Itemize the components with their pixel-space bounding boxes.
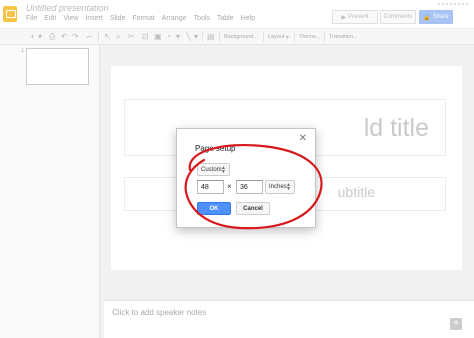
chevron-down-icon[interactable]: ▾ bbox=[38, 33, 42, 41]
close-icon[interactable]: ✕ bbox=[299, 134, 307, 144]
present-button[interactable]: ▶ Present bbox=[332, 10, 378, 24]
toolbar-divider bbox=[98, 32, 99, 42]
subtitle-placeholder: ubtitle bbox=[337, 184, 375, 200]
slide-thumbnail[interactable] bbox=[26, 48, 89, 85]
menu-arrange[interactable]: Arrange bbox=[162, 15, 187, 22]
redo-icon[interactable]: ↷ bbox=[72, 33, 79, 41]
shape-icon[interactable]: ◔ bbox=[166, 33, 171, 41]
line-icon[interactable]: ╲ bbox=[186, 33, 191, 41]
slide-number: 1 bbox=[21, 48, 25, 54]
collaborators-indicator bbox=[438, 3, 468, 6]
theme-button[interactable]: Theme... bbox=[299, 34, 321, 40]
print-icon[interactable]: ⎙ bbox=[49, 33, 55, 41]
menu-tools[interactable]: Tools bbox=[194, 15, 210, 22]
comments-button[interactable]: Comments bbox=[380, 10, 416, 24]
select-icon[interactable]: ↖ bbox=[104, 33, 111, 41]
share-button[interactable]: 🔒 Share bbox=[419, 10, 453, 24]
share-label: Share bbox=[432, 14, 449, 20]
undo-icon[interactable]: ↶ bbox=[61, 33, 68, 41]
chevron-down-icon[interactable]: ▾ bbox=[194, 33, 198, 41]
select-arrows-icon: ▲ ▼ bbox=[286, 182, 291, 192]
toolbar-divider bbox=[202, 32, 203, 42]
zoom-icon[interactable]: ⌕ bbox=[116, 33, 120, 41]
toolbar-divider bbox=[324, 32, 325, 42]
menu-view[interactable]: View bbox=[63, 15, 78, 22]
page-setup-dialog: Page setup ✕ Custom ▲ ▼ 48 × 36 Inches ▲ ▼… bbox=[176, 128, 316, 228]
dialog-title: Page setup bbox=[195, 144, 236, 153]
cancel-button[interactable]: Cancel bbox=[236, 202, 270, 215]
speaker-notes-placeholder: Click to add speaker notes bbox=[112, 308, 207, 317]
menu-table[interactable]: Table bbox=[217, 15, 234, 22]
slides-logo-icon[interactable] bbox=[3, 6, 17, 22]
textbox-icon[interactable]: ⊡ bbox=[142, 33, 149, 41]
comments-label: Comments bbox=[383, 14, 413, 20]
transition-button[interactable]: Transition... bbox=[329, 34, 358, 40]
width-input[interactable]: 48 bbox=[197, 180, 224, 194]
times-symbol: × bbox=[227, 182, 232, 191]
chevron-down-icon[interactable]: ▾ bbox=[286, 34, 289, 42]
menu-slide[interactable]: Slide bbox=[110, 15, 126, 22]
slide-filmstrip: 1 bbox=[0, 45, 100, 338]
toolbar-divider bbox=[294, 32, 295, 42]
play-icon: ▶ bbox=[341, 14, 346, 21]
toolbar: + ▾ ⎙ ↶ ↷ ⌐ ↖ ⌕ ✂ ⊡ ▣ ◔ ▾ ╲ ▾ ▤ Backgrou… bbox=[0, 28, 474, 45]
menu-bar: File Edit View Insert Slide Format Arran… bbox=[26, 15, 255, 22]
menu-insert[interactable]: Insert bbox=[85, 15, 103, 22]
menu-format[interactable]: Format bbox=[132, 15, 154, 22]
menu-help[interactable]: Help bbox=[241, 15, 255, 22]
toolbar-divider bbox=[219, 32, 220, 42]
lock-icon: 🔒 bbox=[423, 14, 431, 21]
speaker-notes[interactable]: Click to add speaker notes + bbox=[104, 300, 474, 338]
cut-icon[interactable]: ✂ bbox=[128, 33, 135, 41]
size-preset-select[interactable]: Custom ▲ ▼ bbox=[197, 163, 230, 176]
units-value: Inches bbox=[269, 184, 287, 190]
chevron-down-icon[interactable]: ▾ bbox=[176, 33, 180, 41]
present-label: Present bbox=[347, 14, 369, 20]
document-title[interactable]: Untitled presentation bbox=[26, 3, 109, 13]
menu-edit[interactable]: Edit bbox=[44, 15, 56, 22]
add-icon[interactable]: + bbox=[450, 318, 462, 330]
menu-file[interactable]: File bbox=[26, 15, 37, 22]
slides-app: Untitled presentation File Edit View Ins… bbox=[0, 0, 474, 338]
background-button[interactable]: Background... bbox=[224, 34, 258, 40]
select-arrows-icon: ▲ ▼ bbox=[221, 165, 226, 175]
layout-button[interactable]: Layout bbox=[268, 34, 285, 40]
app-header: Untitled presentation File Edit View Ins… bbox=[0, 0, 474, 28]
height-input[interactable]: 36 bbox=[236, 180, 263, 194]
units-select[interactable]: Inches ▲ ▼ bbox=[265, 180, 295, 194]
new-slide-icon[interactable]: + bbox=[30, 33, 35, 41]
toolbar-divider bbox=[263, 32, 264, 42]
ok-button[interactable]: OK bbox=[197, 202, 231, 215]
size-preset-value: Custom bbox=[201, 166, 222, 173]
paint-format-icon[interactable]: ⌐ bbox=[87, 33, 92, 41]
comment-icon[interactable]: ▤ bbox=[207, 33, 215, 41]
image-icon[interactable]: ▣ bbox=[154, 33, 162, 41]
title-placeholder: ld title bbox=[363, 114, 429, 142]
